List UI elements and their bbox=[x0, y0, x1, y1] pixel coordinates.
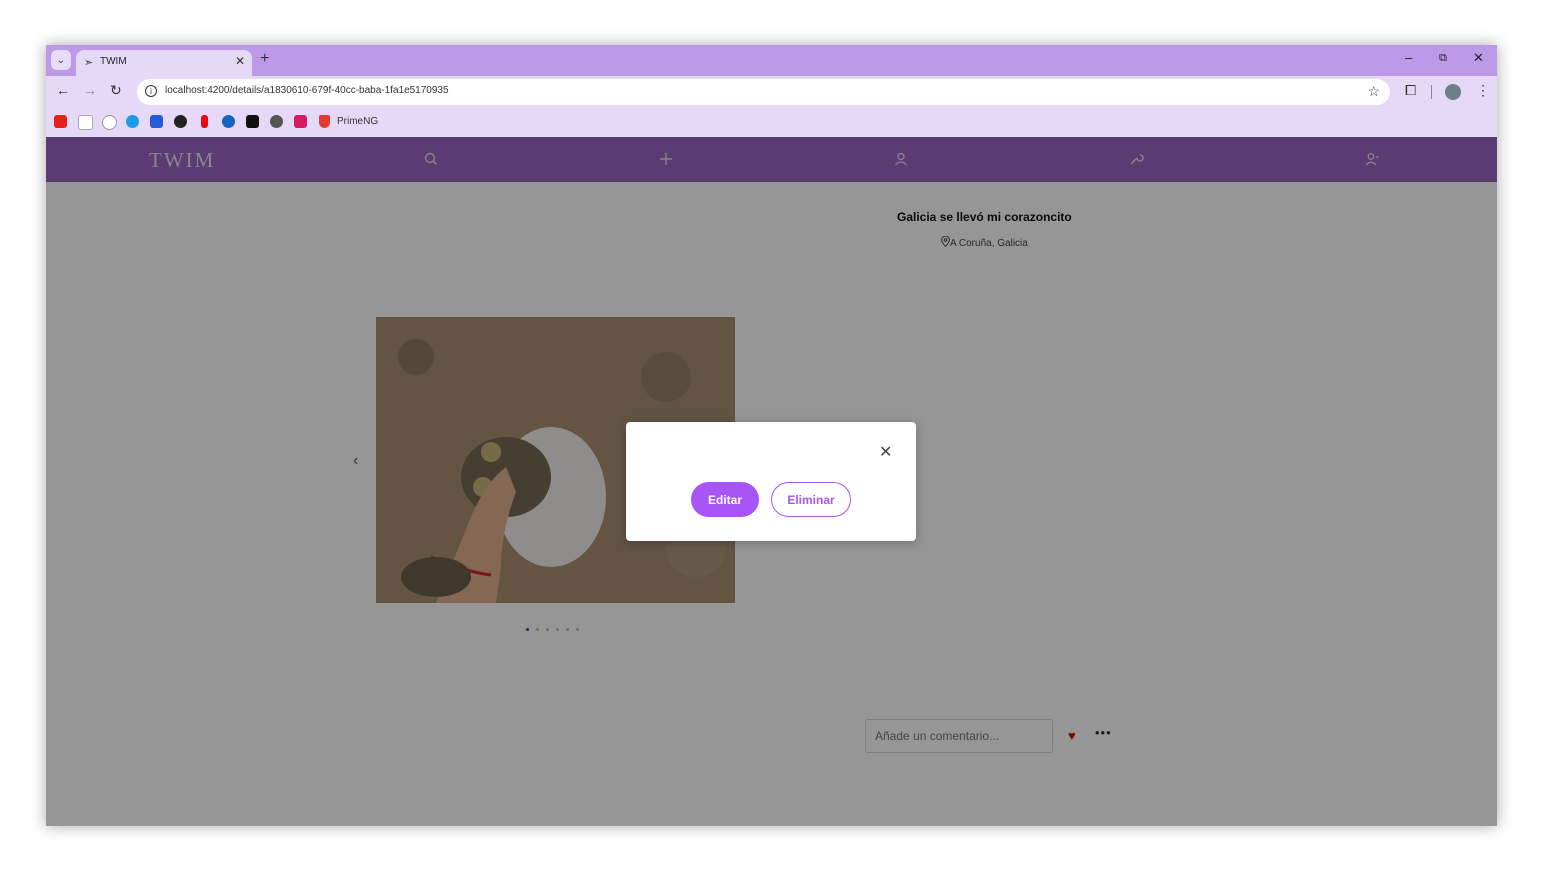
bookmarks-bar: PrimeNG bbox=[46, 108, 1497, 137]
delete-button[interactable]: Eliminar bbox=[771, 482, 851, 517]
d-bookmark-icon[interactable] bbox=[294, 115, 307, 128]
primeng-bookmark-icon[interactable] bbox=[319, 115, 330, 128]
youtube-bookmark-icon[interactable] bbox=[54, 115, 67, 128]
address-bar[interactable]: i localhost:4200/details/a1830610-679f-4… bbox=[137, 79, 1390, 105]
globe-bookmark-icon[interactable] bbox=[174, 115, 187, 128]
tab-search-button[interactable]: ⌄ bbox=[51, 50, 71, 70]
restore-button[interactable]: ⧉ bbox=[1439, 52, 1447, 65]
amazon-bookmark-icon[interactable] bbox=[78, 115, 93, 130]
github-bookmark-icon[interactable] bbox=[102, 115, 117, 130]
edit-button[interactable]: Editar bbox=[691, 482, 759, 517]
reload-button[interactable]: ↻ bbox=[110, 82, 122, 99]
site-info-icon[interactable]: i bbox=[145, 85, 157, 97]
bookmark-label[interactable]: PrimeNG bbox=[337, 116, 378, 127]
s-bookmark-icon[interactable] bbox=[246, 115, 259, 128]
minimize-button[interactable]: – bbox=[1405, 50, 1412, 65]
browser-menu-icon[interactable]: ⋮ bbox=[1476, 82, 1490, 99]
openai-bookmark-icon[interactable] bbox=[270, 115, 283, 128]
url-text: localhost:4200/details/a1830610-679f-40c… bbox=[165, 85, 449, 96]
post-options-dialog: ✕ Editar Eliminar bbox=[626, 422, 916, 541]
extensions-icon[interactable]: ⧠ bbox=[1405, 82, 1416, 99]
active-tab[interactable]: ➣ TWIM ✕ bbox=[76, 50, 252, 76]
tab-title: TWIM bbox=[100, 56, 127, 67]
tab-close-icon[interactable]: ✕ bbox=[235, 54, 245, 68]
tab-strip: ⌄ ➣ TWIM ✕ + – ⧉ ✕ bbox=[46, 45, 1497, 76]
new-tab-button[interactable]: + bbox=[260, 50, 269, 68]
bird-icon: ➣ bbox=[84, 57, 94, 69]
play-bookmark-icon[interactable] bbox=[222, 115, 235, 128]
toolbar-divider bbox=[1431, 85, 1432, 99]
site-bookmark-icon[interactable] bbox=[126, 115, 139, 128]
bookmark-star-icon[interactable]: ☆ bbox=[1367, 83, 1380, 100]
forward-button[interactable]: → bbox=[83, 82, 97, 98]
back-button[interactable]: ← bbox=[56, 82, 70, 98]
education-bookmark-icon[interactable] bbox=[150, 115, 163, 128]
browser-toolbar: ← → ↻ i localhost:4200/details/a1830610-… bbox=[46, 76, 1497, 108]
close-window-button[interactable]: ✕ bbox=[1473, 50, 1484, 66]
close-icon[interactable]: ✕ bbox=[879, 442, 892, 462]
netflix-bookmark-icon[interactable] bbox=[201, 115, 208, 128]
profile-avatar[interactable] bbox=[1445, 84, 1461, 100]
